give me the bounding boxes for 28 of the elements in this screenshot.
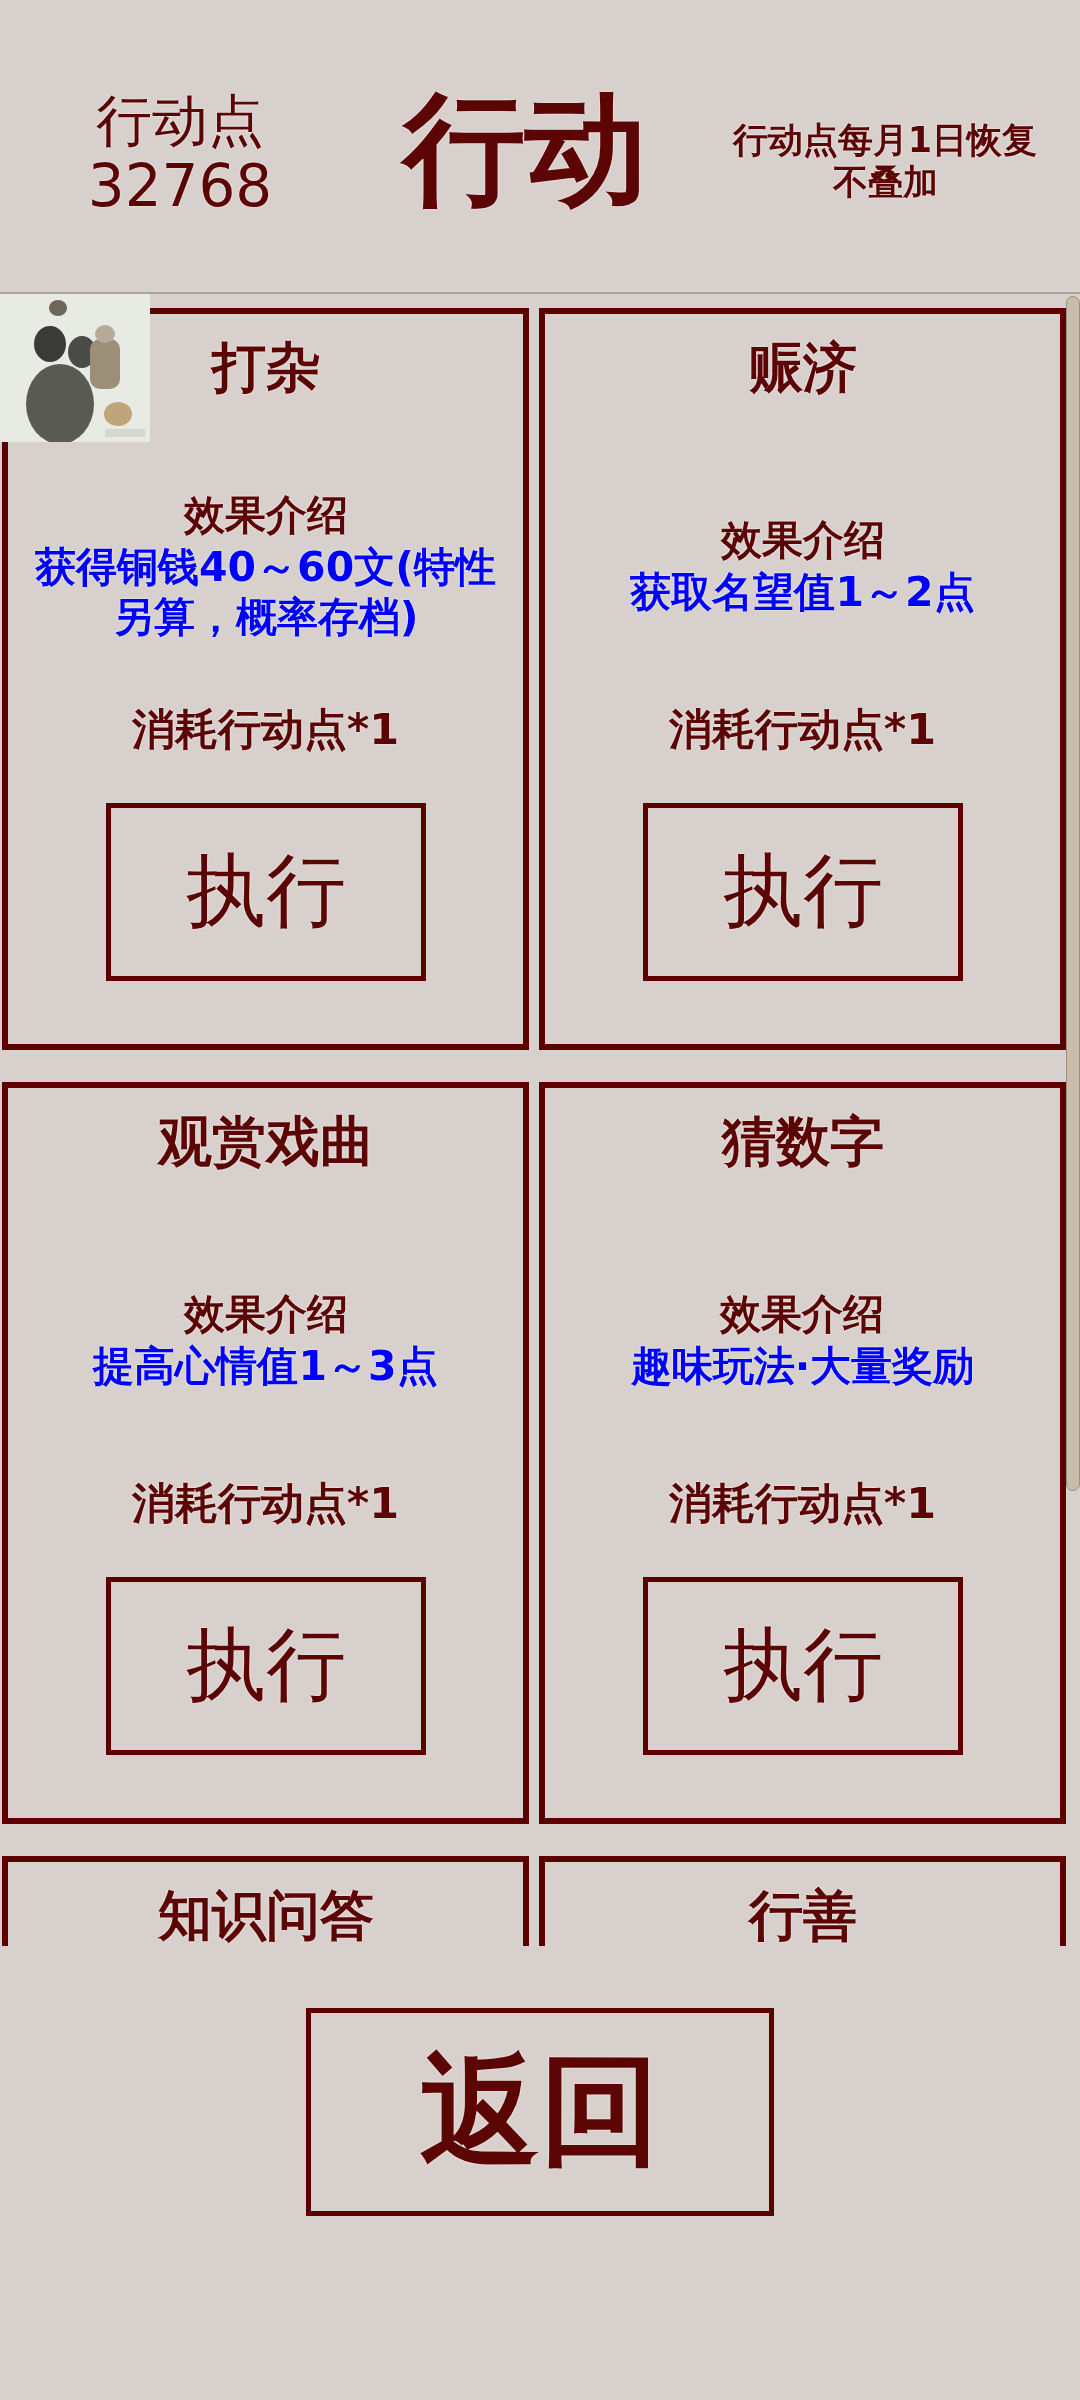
recovery-note: 行动点每月1日恢复 xyxy=(732,119,1038,161)
effect-text: 提高心情值1～3点 xyxy=(93,1341,438,1392)
action-title: 观赏戏曲 xyxy=(157,1109,374,1175)
effect-label: 效果介绍 xyxy=(720,514,885,566)
execute-button[interactable]: 执行 xyxy=(105,803,426,981)
cost-text: 消耗行动点*1 xyxy=(131,703,400,756)
cost-text: 消耗行动点*1 xyxy=(668,1477,937,1530)
effect-label: 效果介绍 xyxy=(720,1288,885,1340)
effect-text: 趣味玩法·大量奖励 xyxy=(630,1341,975,1392)
action-title: 赈济 xyxy=(748,335,857,401)
effect-label: 效果介绍 xyxy=(183,490,348,542)
cost-text: 消耗行动点*1 xyxy=(131,1477,400,1530)
effect-text: 获取名望值1～2点 xyxy=(630,567,975,618)
action-title: 知识问答 xyxy=(157,1883,374,1946)
back-button[interactable]: 返回 xyxy=(306,2008,774,2216)
action-points-label: 行动点 xyxy=(96,90,264,152)
execute-button[interactable]: 执行 xyxy=(105,1577,426,1755)
cost-text: 消耗行动点*1 xyxy=(668,703,937,756)
recovery-note: 不叠加 xyxy=(832,161,938,203)
execute-button[interactable]: 执行 xyxy=(642,1577,963,1755)
action-title: 行善 xyxy=(748,1883,857,1946)
execute-button[interactable]: 执行 xyxy=(642,803,963,981)
action-title: 打杂 xyxy=(211,335,320,401)
page-title: 行动 xyxy=(360,59,690,233)
action-points-value: 32768 xyxy=(87,152,273,222)
effect-label: 效果介绍 xyxy=(183,1288,348,1340)
effect-text: 获得铜钱40～60文(特性另算，概率存档) xyxy=(34,543,497,642)
action-title: 猜数字 xyxy=(721,1109,884,1175)
